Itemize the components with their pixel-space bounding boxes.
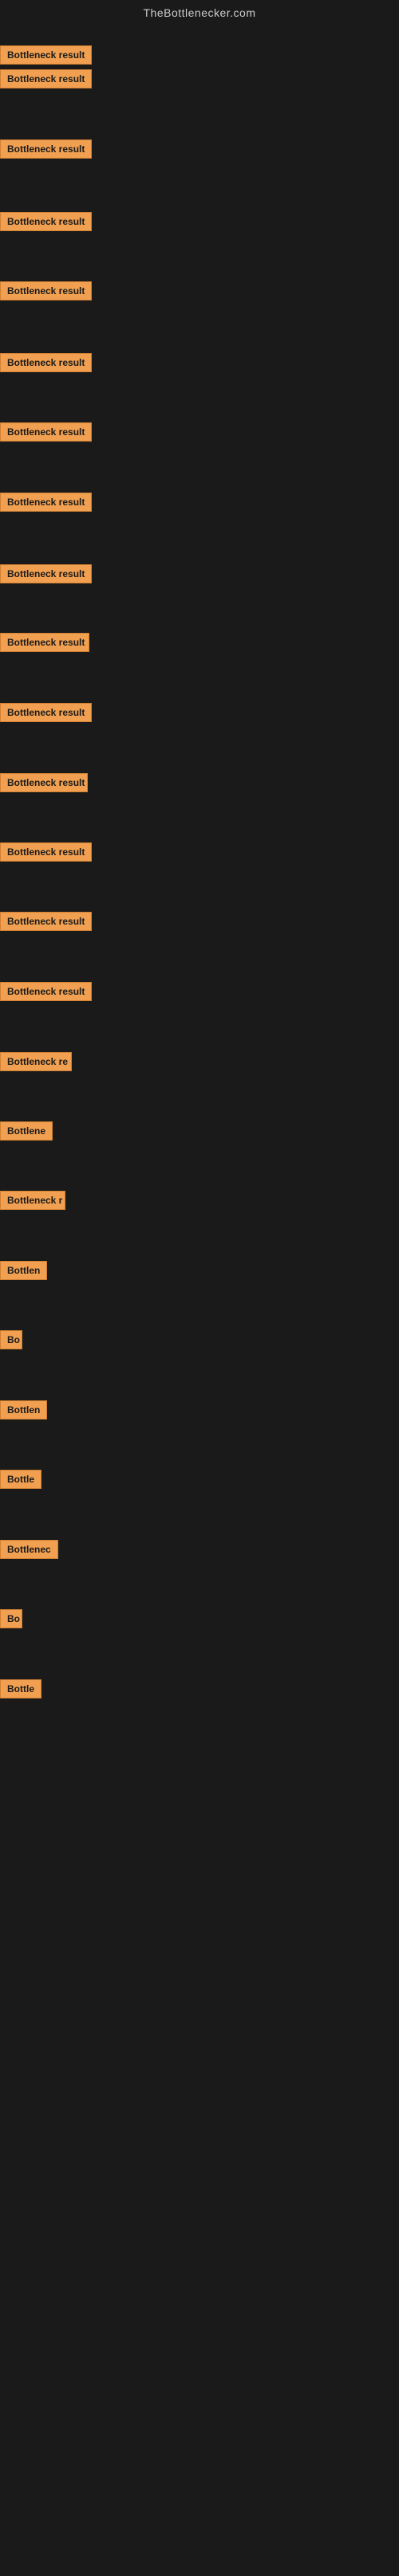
bottleneck-badge: Bottlenec [0,1540,58,1559]
bottleneck-result-item[interactable]: Bottleneck result [0,912,92,935]
bottleneck-badge: Bottleneck re [0,1052,72,1071]
bottleneck-result-item[interactable]: Bottleneck result [0,69,92,92]
bottleneck-badge: Bo [0,1330,22,1349]
bottleneck-badge: Bottleneck result [0,212,92,231]
bottleneck-badge: Bottlen [0,1261,47,1280]
bottleneck-badge: Bottleneck result [0,564,92,583]
bottleneck-badge: Bottleneck result [0,493,92,512]
bottleneck-badge: Bo [0,1609,22,1628]
bottleneck-result-item[interactable]: Bottlen [0,1261,47,1284]
bottleneck-badge: Bottleneck result [0,45,92,65]
bottleneck-badge: Bottle [0,1679,41,1698]
bottleneck-badge: Bottleneck result [0,422,92,442]
bottleneck-result-item[interactable]: Bottle [0,1470,41,1493]
bottleneck-result-item[interactable]: Bottleneck result [0,842,92,866]
bottleneck-result-item[interactable]: Bottleneck result [0,982,92,1005]
bottleneck-result-item[interactable]: Bottleneck result [0,633,89,656]
bottleneck-badge: Bottleneck result [0,139,92,159]
bottleneck-result-item[interactable]: Bottlenec [0,1540,58,1563]
bottleneck-result-item[interactable]: Bottleneck result [0,703,92,726]
bottleneck-result-item[interactable]: Bottleneck result [0,564,92,587]
bottleneck-result-item[interactable]: Bottleneck result [0,281,92,304]
bottleneck-result-item[interactable]: Bottleneck result [0,45,92,69]
bottleneck-badge: Bottlene [0,1121,53,1141]
bottleneck-badge: Bottleneck result [0,281,92,300]
bottleneck-result-item[interactable]: Bottleneck result [0,353,92,376]
bottleneck-result-item[interactable]: Bottleneck result [0,773,88,796]
bottleneck-result-item[interactable]: Bottlen [0,1400,47,1423]
bottleneck-badge: Bottleneck r [0,1191,65,1210]
bottleneck-result-item[interactable]: Bottleneck result [0,139,92,163]
bottleneck-badge: Bottleneck result [0,842,92,862]
bottleneck-badge: Bottleneck result [0,982,92,1001]
site-title: TheBottlenecker.com [0,0,399,26]
bottleneck-result-item[interactable]: Bottle [0,1679,41,1702]
bottleneck-result-item[interactable]: Bottleneck result [0,422,92,446]
bottleneck-badge: Bottle [0,1470,41,1489]
bottleneck-result-item[interactable]: Bottleneck re [0,1052,72,1075]
bottleneck-result-item[interactable]: Bo [0,1330,22,1353]
bottleneck-badge: Bottleneck result [0,353,92,372]
bottleneck-result-item[interactable]: Bottleneck result [0,493,92,516]
bottleneck-badge: Bottleneck result [0,633,89,652]
bottleneck-result-item[interactable]: Bottleneck r [0,1191,65,1214]
bottleneck-result-item[interactable]: Bo [0,1609,22,1632]
bottleneck-badge: Bottleneck result [0,69,92,88]
bottleneck-result-item[interactable]: Bottlene [0,1121,53,1145]
bottleneck-badge: Bottlen [0,1400,47,1420]
bottleneck-badge: Bottleneck result [0,703,92,722]
bottleneck-result-item[interactable]: Bottleneck result [0,212,92,235]
bottleneck-badge: Bottleneck result [0,912,92,931]
bottleneck-badge: Bottleneck result [0,773,88,792]
